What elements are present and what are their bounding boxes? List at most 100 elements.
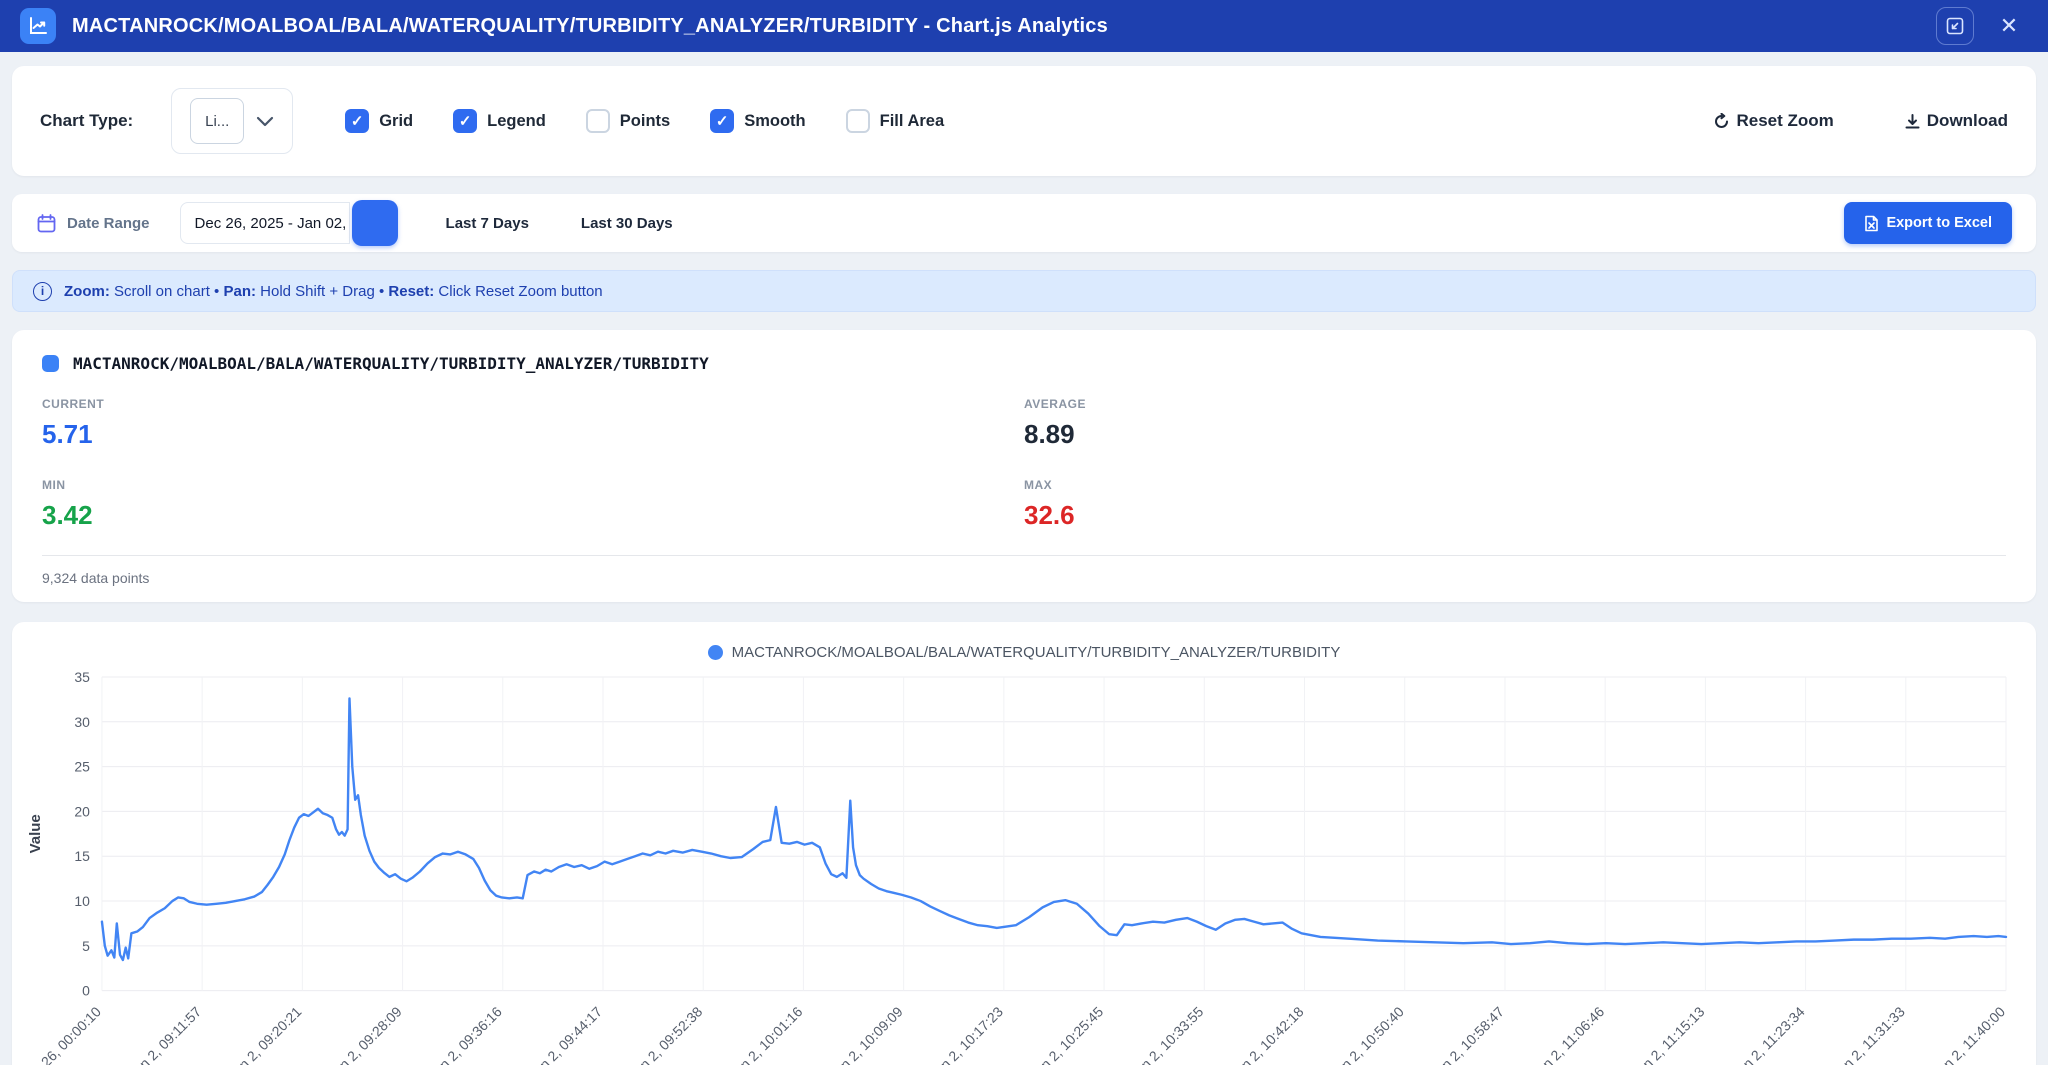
x-tick-label: Jan 2, 09:28:09	[325, 1003, 405, 1065]
series-title: MACTANROCK/MOALBOAL/BALA/WATERQUALITY/TU…	[73, 354, 709, 373]
export-to-excel-label: Export to Excel	[1886, 215, 1992, 231]
checkbox-label: Smooth	[744, 112, 805, 131]
last-30-days-button[interactable]: Last 30 Days	[581, 215, 673, 232]
unchecked-checkbox-icon[interactable]	[846, 109, 870, 133]
x-tick-label: Jan 2, 11:31:33	[1829, 1003, 1908, 1065]
series-color-swatch	[42, 355, 59, 372]
checkbox-smooth[interactable]: ✓ Smooth	[710, 109, 805, 133]
checkbox-label: Points	[620, 112, 670, 131]
x-tick-label: Jan 2, 10:33:55	[1127, 1003, 1207, 1065]
x-tick-label: Jan 2, 09:11:57	[126, 1003, 205, 1065]
checked-checkbox-icon[interactable]: ✓	[710, 109, 734, 133]
page-body: Chart Type: Li... ✓Grid✓LegendPoints✓Smo…	[0, 66, 2048, 1065]
y-axis-title: Value	[27, 814, 44, 853]
y-tick-label: 30	[74, 714, 90, 730]
download-button[interactable]: Download	[1904, 111, 2008, 131]
y-tick-label: 20	[74, 803, 90, 819]
zoom-help-text: Zoom: Scroll on chart • Pan: Hold Shift …	[64, 283, 603, 300]
legend-label: MACTANROCK/MOALBOAL/BALA/WATERQUALITY/TU…	[732, 644, 1341, 661]
checkbox-label: Fill Area	[880, 112, 945, 131]
stat-value: 3.42	[42, 500, 1024, 531]
series-line	[102, 698, 2006, 960]
chart-type-value: Li...	[190, 98, 244, 144]
unchecked-checkbox-icon[interactable]	[586, 109, 610, 133]
checkbox-fill-area[interactable]: Fill Area	[846, 109, 945, 133]
x-tick-label: Jan 2, 09:52:38	[626, 1003, 706, 1065]
series-stats-card: MACTANROCK/MOALBOAL/BALA/WATERQUALITY/TU…	[12, 330, 2036, 602]
checked-checkbox-icon[interactable]: ✓	[345, 109, 369, 133]
date-range-label: Date Range	[67, 215, 150, 232]
x-tick-label: Jan 2, 10:17:23	[927, 1003, 1007, 1065]
x-tick-label: Jan 2, 10:58:47	[1428, 1003, 1508, 1065]
stat-value: 32.6	[1024, 500, 2006, 531]
stat-label: CURRENT	[42, 397, 1024, 411]
x-tick-label: Jan 2, 10:01:16	[726, 1003, 806, 1065]
x-tick-label: Jan 2, 11:06:46	[1529, 1003, 1608, 1065]
chart-card: MACTANROCK/MOALBOAL/BALA/WATERQUALITY/TU…	[12, 622, 2036, 1065]
chevron-down-icon	[256, 116, 274, 127]
chart-type-label: Chart Type:	[40, 111, 133, 131]
toolbar-actions: Reset Zoom Download	[1713, 111, 2008, 131]
chart-svg[interactable]: 0 5 10 15 20 25 30 35 Dec 26, 00:00:10 Jan 2, 09:…	[20, 665, 2028, 1065]
x-tick-label: Jan 2, 09:44:17	[526, 1003, 606, 1065]
x-tick-label: Jan 2, 09:36:16	[425, 1003, 505, 1065]
x-tick-label: Jan 2, 10:09:09	[826, 1003, 906, 1065]
chart-option-checkboxes: ✓Grid✓LegendPoints✓SmoothFill Area	[345, 109, 944, 133]
stat-label: MAX	[1024, 478, 2006, 492]
chart-legend[interactable]: MACTANROCK/MOALBOAL/BALA/WATERQUALITY/TU…	[20, 644, 2028, 661]
window-title-bar: MACTANROCK/MOALBOAL/BALA/WATERQUALITY/TU…	[0, 0, 2048, 52]
stat-label: MIN	[42, 478, 1024, 492]
download-icon	[1904, 113, 1921, 130]
excel-file-icon	[1864, 215, 1879, 232]
date-apply-button[interactable]	[352, 200, 398, 246]
window-title: MACTANROCK/MOALBOAL/BALA/WATERQUALITY/TU…	[72, 15, 1108, 38]
checkbox-points[interactable]: Points	[586, 109, 670, 133]
line-chart[interactable]: 0 5 10 15 20 25 30 35 Dec 26, 00:00:10 Jan 2, 09:…	[20, 665, 2028, 1065]
data-point-count: 9,324 data points	[42, 555, 2006, 586]
export-to-excel-button[interactable]: Export to Excel	[1844, 202, 2012, 244]
download-label: Download	[1927, 111, 2008, 131]
reset-zoom-button[interactable]: Reset Zoom	[1713, 111, 1833, 131]
y-tick-label: 15	[74, 848, 90, 864]
checked-checkbox-icon[interactable]: ✓	[453, 109, 477, 133]
open-in-window-icon[interactable]	[1936, 7, 1974, 45]
stat-average: AVERAGE 8.89	[1024, 397, 2006, 450]
reset-zoom-label: Reset Zoom	[1736, 111, 1833, 131]
x-tick-label: Jan 2, 10:50:40	[1327, 1003, 1407, 1065]
stat-value: 5.71	[42, 419, 1024, 450]
checkbox-label: Legend	[487, 112, 546, 131]
line-chart-icon	[20, 8, 56, 44]
chart-type-select[interactable]: Li...	[171, 88, 293, 154]
y-tick-label: 25	[74, 759, 90, 775]
chart-controls-card: Chart Type: Li... ✓Grid✓LegendPoints✓Smo…	[12, 66, 2036, 176]
last-7-days-button[interactable]: Last 7 Days	[446, 215, 529, 232]
y-tick-label: 5	[82, 938, 90, 954]
stats-grid: CURRENT 5.71AVERAGE 8.89 MIN 3.42MAX 32.6	[42, 397, 2006, 531]
stat-label: AVERAGE	[1024, 397, 2006, 411]
checkbox-legend[interactable]: ✓ Legend	[453, 109, 546, 133]
stat-current: CURRENT 5.71	[42, 397, 1024, 450]
stat-max: MAX 32.6	[1024, 478, 2006, 531]
y-tick-label: 10	[74, 893, 90, 909]
legend-dot-icon	[708, 645, 723, 660]
y-tick-label: 35	[74, 669, 90, 685]
date-range-input[interactable]: Dec 26, 2025 - Jan 02,	[180, 202, 350, 244]
close-icon[interactable]: ✕	[1990, 7, 2028, 45]
y-tick-label: 0	[82, 983, 90, 999]
info-icon: i	[33, 282, 52, 301]
stat-value: 8.89	[1024, 419, 2006, 450]
stat-min: MIN 3.42	[42, 478, 1024, 531]
x-tick-label: Jan 2, 10:25:45	[1027, 1003, 1107, 1065]
x-tick-label: Jan 2, 11:23:34	[1729, 1003, 1808, 1065]
date-range-card: Date Range Dec 26, 2025 - Jan 02, Last 7…	[12, 194, 2036, 252]
reset-icon	[1713, 113, 1730, 130]
zoom-help-banner: i Zoom: Scroll on chart • Pan: Hold Shif…	[12, 270, 2036, 312]
x-tick-label: Jan 2, 10:42:18	[1227, 1003, 1307, 1065]
series-header: MACTANROCK/MOALBOAL/BALA/WATERQUALITY/TU…	[42, 354, 2006, 373]
x-tick-label: Dec 26, 00:00:10	[20, 1003, 104, 1065]
x-tick-label: Jan 2, 11:15:13	[1629, 1003, 1708, 1065]
calendar-icon	[36, 213, 57, 234]
x-tick-label: Jan 2, 11:40:00	[1929, 1003, 2008, 1065]
checkbox-grid[interactable]: ✓Grid	[345, 109, 413, 133]
x-tick-label: Jan 2, 09:20:21	[225, 1003, 305, 1065]
